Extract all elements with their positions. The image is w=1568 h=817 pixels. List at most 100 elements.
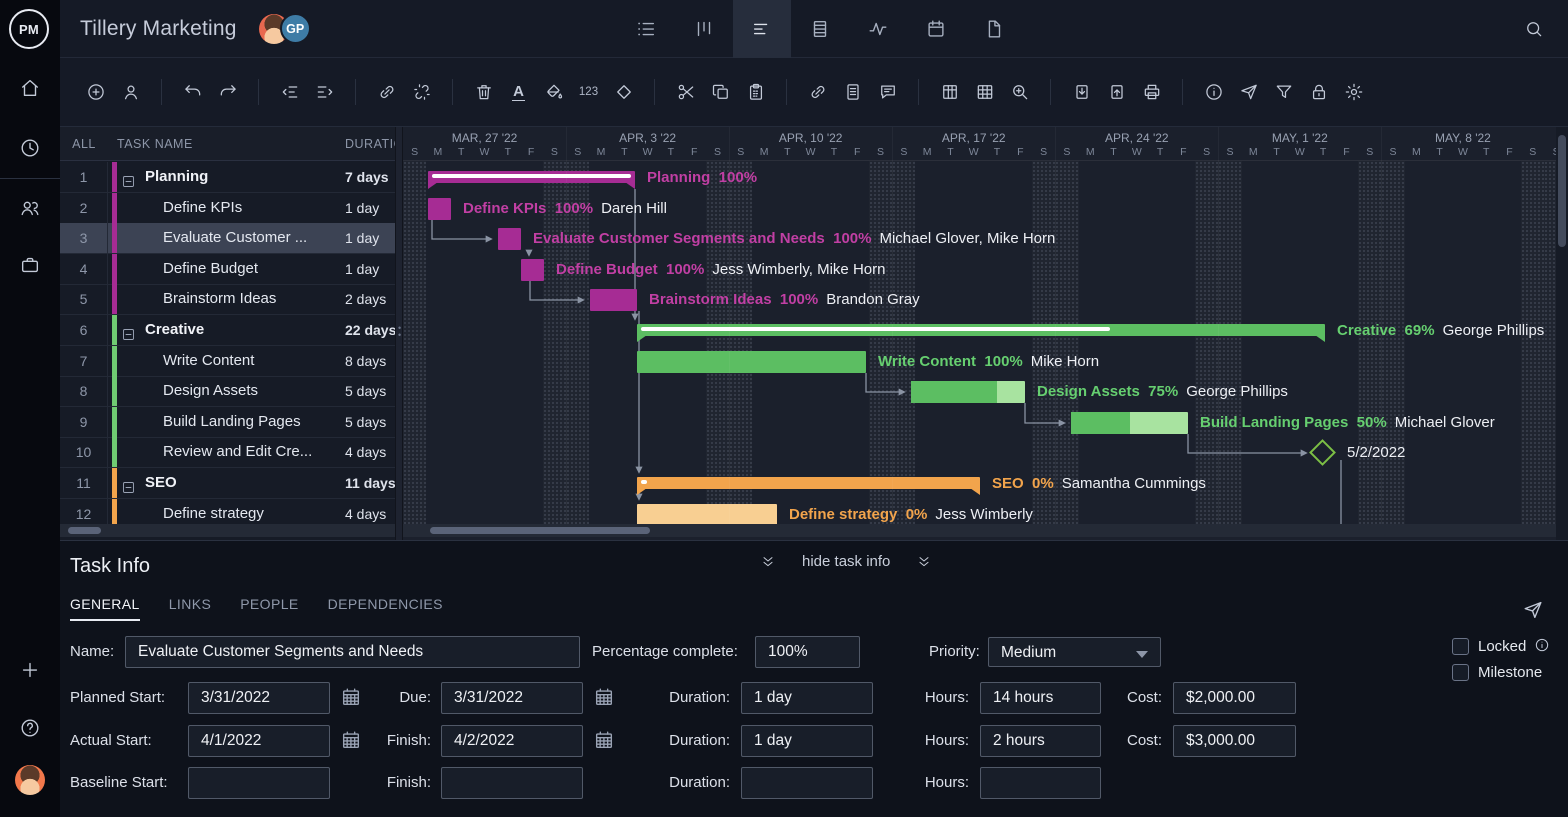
collapse-icon[interactable] — [121, 476, 136, 491]
gantt-bar[interactable] — [521, 259, 544, 281]
table-button[interactable] — [967, 75, 1002, 110]
task-row[interactable]: 10Review and Edit Cre...4 days — [60, 437, 395, 468]
duration-input[interactable] — [741, 767, 873, 799]
lock-button[interactable] — [1301, 75, 1336, 110]
date-input[interactable]: 4/2/2022 — [441, 725, 583, 757]
percentage-input[interactable]: 100% — [755, 636, 860, 668]
task-row[interactable]: 5Brainstorm Ideas2 days — [60, 284, 395, 315]
export-button[interactable] — [1099, 75, 1134, 110]
paste-button[interactable] — [738, 75, 773, 110]
calendar-button[interactable] — [593, 686, 617, 710]
project-avatars[interactable]: GP — [259, 13, 311, 44]
locked-info-icon[interactable] — [1534, 637, 1550, 658]
gantt-bar[interactable] — [590, 289, 637, 311]
gantt-bar[interactable] — [637, 504, 777, 526]
view-tab-calendar[interactable] — [907, 0, 965, 58]
calendar-button[interactable] — [593, 729, 617, 753]
column-header-all[interactable]: ALL — [60, 127, 108, 161]
name-input[interactable]: Evaluate Customer Segments and Needs — [125, 636, 580, 668]
gantt-bar[interactable] — [428, 198, 451, 220]
search-button[interactable] — [1514, 0, 1554, 58]
milestone-button[interactable] — [606, 75, 641, 110]
duration-input[interactable]: 1 day — [741, 725, 873, 757]
view-tab-board[interactable] — [675, 0, 733, 58]
gantt-bar[interactable] — [637, 351, 866, 373]
cut-button[interactable] — [668, 75, 703, 110]
task-row[interactable]: 4Define Budget1 day — [60, 254, 395, 285]
task-row[interactable]: 8Design Assets5 days — [60, 376, 395, 407]
attach-button[interactable] — [800, 75, 835, 110]
fill-color-button[interactable] — [536, 75, 571, 110]
cost-input[interactable]: $3,000.00 — [1173, 725, 1296, 757]
gantt-bar[interactable] — [637, 477, 980, 489]
hours-input[interactable]: 14 hours — [980, 682, 1101, 714]
sidebar-team-button[interactable] — [0, 186, 60, 230]
locked-checkbox[interactable] — [1452, 638, 1469, 655]
zoom-button[interactable] — [1002, 75, 1037, 110]
profile-avatar-button[interactable] — [0, 758, 60, 802]
undo-button[interactable] — [175, 75, 210, 110]
chart-hscrollbar-thumb[interactable] — [430, 527, 650, 534]
date-input[interactable]: 4/1/2022 — [188, 725, 330, 757]
gantt-bar[interactable] — [911, 381, 1025, 403]
task-info-tab-links[interactable]: LINKS — [169, 596, 211, 621]
sidebar-home-button[interactable] — [0, 66, 60, 110]
task-info-tab-general[interactable]: GENERAL — [70, 596, 140, 621]
redo-button[interactable] — [210, 75, 245, 110]
grid-hscrollbar-thumb[interactable] — [68, 527, 101, 534]
view-tab-activity[interactable] — [849, 0, 907, 58]
collapse-icon[interactable] — [121, 323, 136, 338]
share-button[interactable] — [1231, 75, 1266, 110]
gantt-bar[interactable] — [498, 228, 521, 250]
view-tab-gantt[interactable] — [733, 0, 791, 58]
font-button[interactable]: A — [501, 75, 536, 110]
date-input[interactable]: 3/31/2022 — [188, 682, 330, 714]
duration-input[interactable]: 1 day — [741, 682, 873, 714]
print-button[interactable] — [1134, 75, 1169, 110]
view-tab-sheet[interactable] — [791, 0, 849, 58]
view-tab-docs[interactable] — [965, 0, 1023, 58]
comment-button[interactable] — [870, 75, 905, 110]
filter-button[interactable] — [1266, 75, 1301, 110]
link-tasks-button[interactable] — [369, 75, 404, 110]
pm-logo[interactable]: PM — [9, 9, 49, 49]
gantt-bar[interactable] — [637, 324, 1325, 336]
view-tab-list[interactable] — [617, 0, 675, 58]
hours-input[interactable]: 2 hours — [980, 725, 1101, 757]
task-row[interactable]: 2Define KPIs1 day — [60, 193, 395, 224]
priority-select[interactable]: Medium — [988, 637, 1161, 667]
unlink-tasks-button[interactable] — [404, 75, 439, 110]
collapse-icon[interactable] — [121, 170, 136, 185]
sidebar-help-button[interactable] — [0, 706, 60, 750]
number-button[interactable]: 123 — [571, 75, 606, 110]
settings-button[interactable] — [1336, 75, 1371, 110]
outdent-button[interactable] — [272, 75, 307, 110]
task-info-tab-people[interactable]: PEOPLE — [240, 596, 298, 621]
sidebar-add-button[interactable] — [0, 648, 60, 692]
grid-chart-splitter[interactable]: •• — [395, 127, 403, 540]
gantt-bar[interactable] — [428, 171, 635, 183]
task-row[interactable]: 11SEO11 days — [60, 468, 395, 499]
info-button[interactable] — [1196, 75, 1231, 110]
notes-button[interactable] — [835, 75, 870, 110]
date-input[interactable] — [441, 767, 583, 799]
sidebar-my-work-button[interactable] — [0, 126, 60, 170]
task-row[interactable]: 3Evaluate Customer ...1 day — [60, 223, 395, 254]
gantt-bar[interactable] — [1071, 412, 1188, 434]
copy-button[interactable] — [703, 75, 738, 110]
date-input[interactable] — [188, 767, 330, 799]
hide-task-info-button[interactable]: hide task info — [760, 553, 932, 570]
milestone-checkbox[interactable] — [1452, 664, 1469, 681]
task-info-tab-dependencies[interactable]: DEPENDENCIES — [328, 596, 443, 621]
task-row[interactable]: 7Write Content8 days — [60, 346, 395, 377]
import-button[interactable] — [1064, 75, 1099, 110]
task-row[interactable]: 6Creative22 days — [60, 315, 395, 346]
column-header-duration[interactable]: DURATION — [345, 127, 395, 161]
task-row[interactable]: 9Build Landing Pages5 days — [60, 407, 395, 438]
cost-input[interactable]: $2,000.00 — [1173, 682, 1296, 714]
assign-button[interactable] — [113, 75, 148, 110]
hours-input[interactable] — [980, 767, 1101, 799]
send-task-icon[interactable] — [1522, 599, 1544, 626]
date-input[interactable]: 3/31/2022 — [441, 682, 583, 714]
chart-vscrollbar-thumb[interactable] — [1558, 135, 1566, 247]
